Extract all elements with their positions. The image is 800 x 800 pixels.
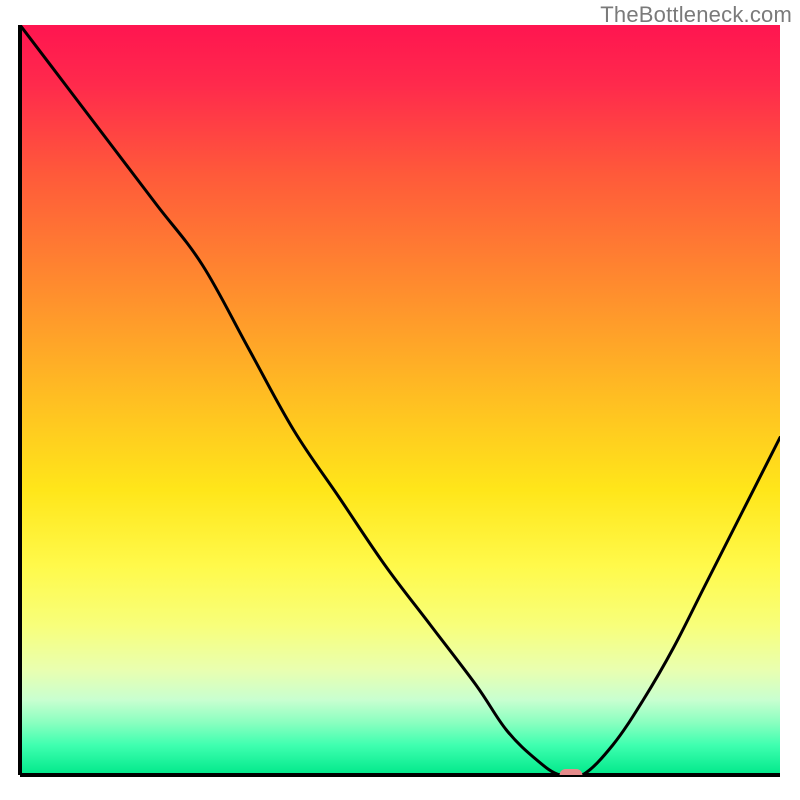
chart-svg <box>0 0 800 800</box>
watermark-text: TheBottleneck.com <box>600 2 792 28</box>
optimum-marker <box>560 769 583 781</box>
bottleneck-chart: TheBottleneck.com <box>0 0 800 800</box>
